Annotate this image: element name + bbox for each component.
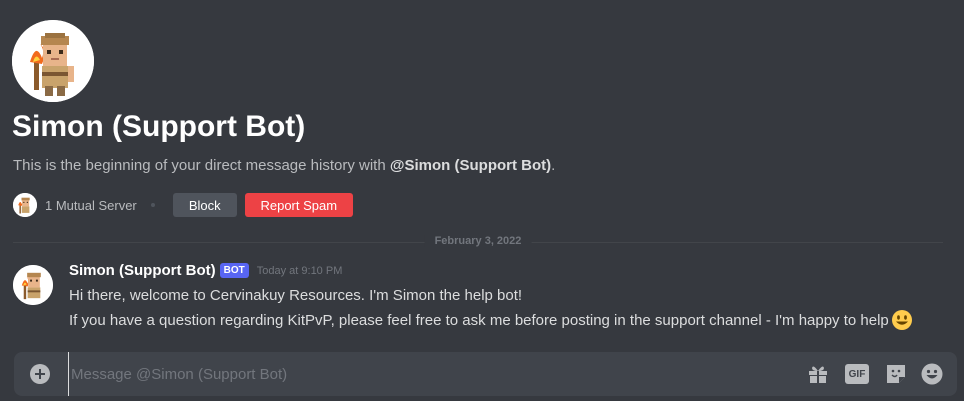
emoji-picker-icon[interactable] — [920, 362, 944, 386]
separator-dot — [150, 203, 155, 207]
intro-text: This is the beginning of your direct mes… — [13, 157, 555, 174]
message-line-2: If you have a question regarding KitPvP,… — [69, 309, 913, 331]
mutual-server-avatar[interactable] — [13, 193, 37, 217]
intro-handle: @Simon (Support Bot) — [389, 157, 552, 174]
message-timestamp: Today at 9:10 PM — [256, 264, 343, 277]
profile-avatar[interactable] — [12, 20, 94, 102]
sticker-icon[interactable] — [884, 362, 908, 386]
message-avatar[interactable] — [13, 265, 53, 305]
block-button[interactable]: Block — [172, 193, 237, 217]
profile-name: Simon (Support Bot) — [12, 110, 306, 143]
intro-prefix: This is the beginning of your direct mes… — [13, 157, 390, 174]
date-divider-label: February 3, 2022 — [424, 235, 532, 247]
message-composer: GIF — [14, 352, 957, 396]
bot-tag: BOT — [219, 263, 249, 278]
gift-icon[interactable] — [806, 362, 830, 386]
message-author[interactable]: Simon (Support Bot) — [69, 262, 216, 279]
message-input[interactable] — [68, 352, 788, 396]
mutual-server-link[interactable]: 1 Mutual Server — [45, 198, 137, 213]
add-attachment-icon[interactable] — [30, 364, 50, 384]
report-spam-button[interactable]: Report Spam — [244, 193, 353, 217]
message-line-2-text: If you have a question regarding KitPvP,… — [69, 311, 889, 329]
smiley-emoji-icon — [891, 309, 913, 331]
date-divider: February 3, 2022 — [13, 235, 943, 247]
gif-icon[interactable]: GIF — [845, 364, 869, 384]
message-header: Simon (Support Bot) BOT Today at 9:10 PM — [69, 262, 342, 279]
mutual-server-row: 1 Mutual Server Block Report Spam — [13, 193, 353, 217]
message-line-1: Hi there, welcome to Cervinakuy Resource… — [69, 287, 523, 304]
intro-suffix: . — [551, 157, 556, 174]
